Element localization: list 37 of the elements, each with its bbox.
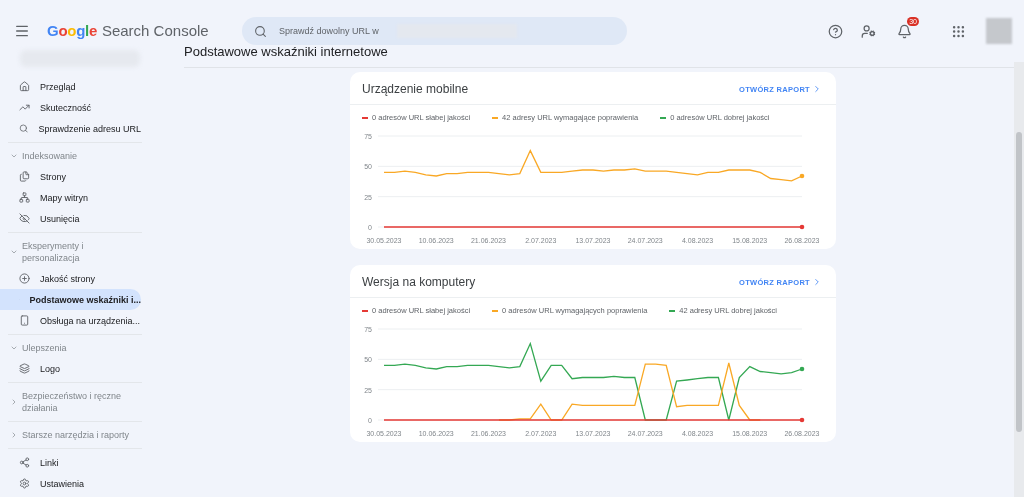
scrollbar[interactable] [1014, 62, 1024, 497]
nav-icon [19, 123, 29, 134]
section-heading[interactable]: Eksperymenty i personalizacja [22, 240, 140, 264]
nav-item[interactable]: Usunięcia [0, 208, 141, 229]
nav-icon [19, 315, 30, 326]
nav-item[interactable]: Obsługa na urządzenia... [0, 310, 141, 331]
nav-icon [19, 102, 30, 113]
nav-item[interactable]: Podstawowe wskaźniki i... [0, 289, 141, 310]
nav-icon [19, 192, 30, 203]
nav-item[interactable]: Linki [0, 452, 141, 473]
nav-icon [19, 457, 30, 468]
nav-item[interactable]: Ustawienia [0, 473, 141, 494]
nav-icon [19, 363, 30, 374]
section-heading[interactable]: Starsze narzędzia i raporty [22, 429, 140, 441]
nav-icon [19, 273, 30, 284]
page-title: Podstawowe wskaźniki internetowe [184, 44, 1014, 68]
card-title: Wersja na komputery [362, 275, 476, 289]
section-heading[interactable]: Ulepszenia [22, 342, 140, 354]
nav-icon [19, 478, 30, 489]
nav-item[interactable]: Strony [0, 166, 141, 187]
nav-item[interactable]: Jakość strony [0, 268, 141, 289]
nav-item[interactable]: Przegląd [0, 76, 141, 97]
nav-item[interactable]: Logo [0, 358, 141, 379]
section-heading[interactable]: Indeksowanie [22, 150, 140, 162]
nav-icon [19, 171, 30, 182]
search-input[interactable]: Sprawdź dowolny URL w [277, 25, 387, 37]
chevron-icon [812, 277, 822, 287]
bell-icon [897, 23, 912, 39]
section-heading[interactable]: Bezpieczeństwo i ręczne działania [22, 390, 140, 414]
nav-icon [19, 213, 30, 224]
nav-item[interactable]: Skuteczność [0, 97, 141, 118]
card-title: Urządzenie mobilne [362, 82, 469, 96]
search-icon [254, 24, 267, 38]
chevron-icon [812, 84, 822, 94]
nav-item[interactable]: Mapy witryn [0, 187, 141, 208]
nav-icon [19, 81, 30, 92]
nav-item[interactable]: Sprawdzenie adresu URL [0, 118, 141, 139]
